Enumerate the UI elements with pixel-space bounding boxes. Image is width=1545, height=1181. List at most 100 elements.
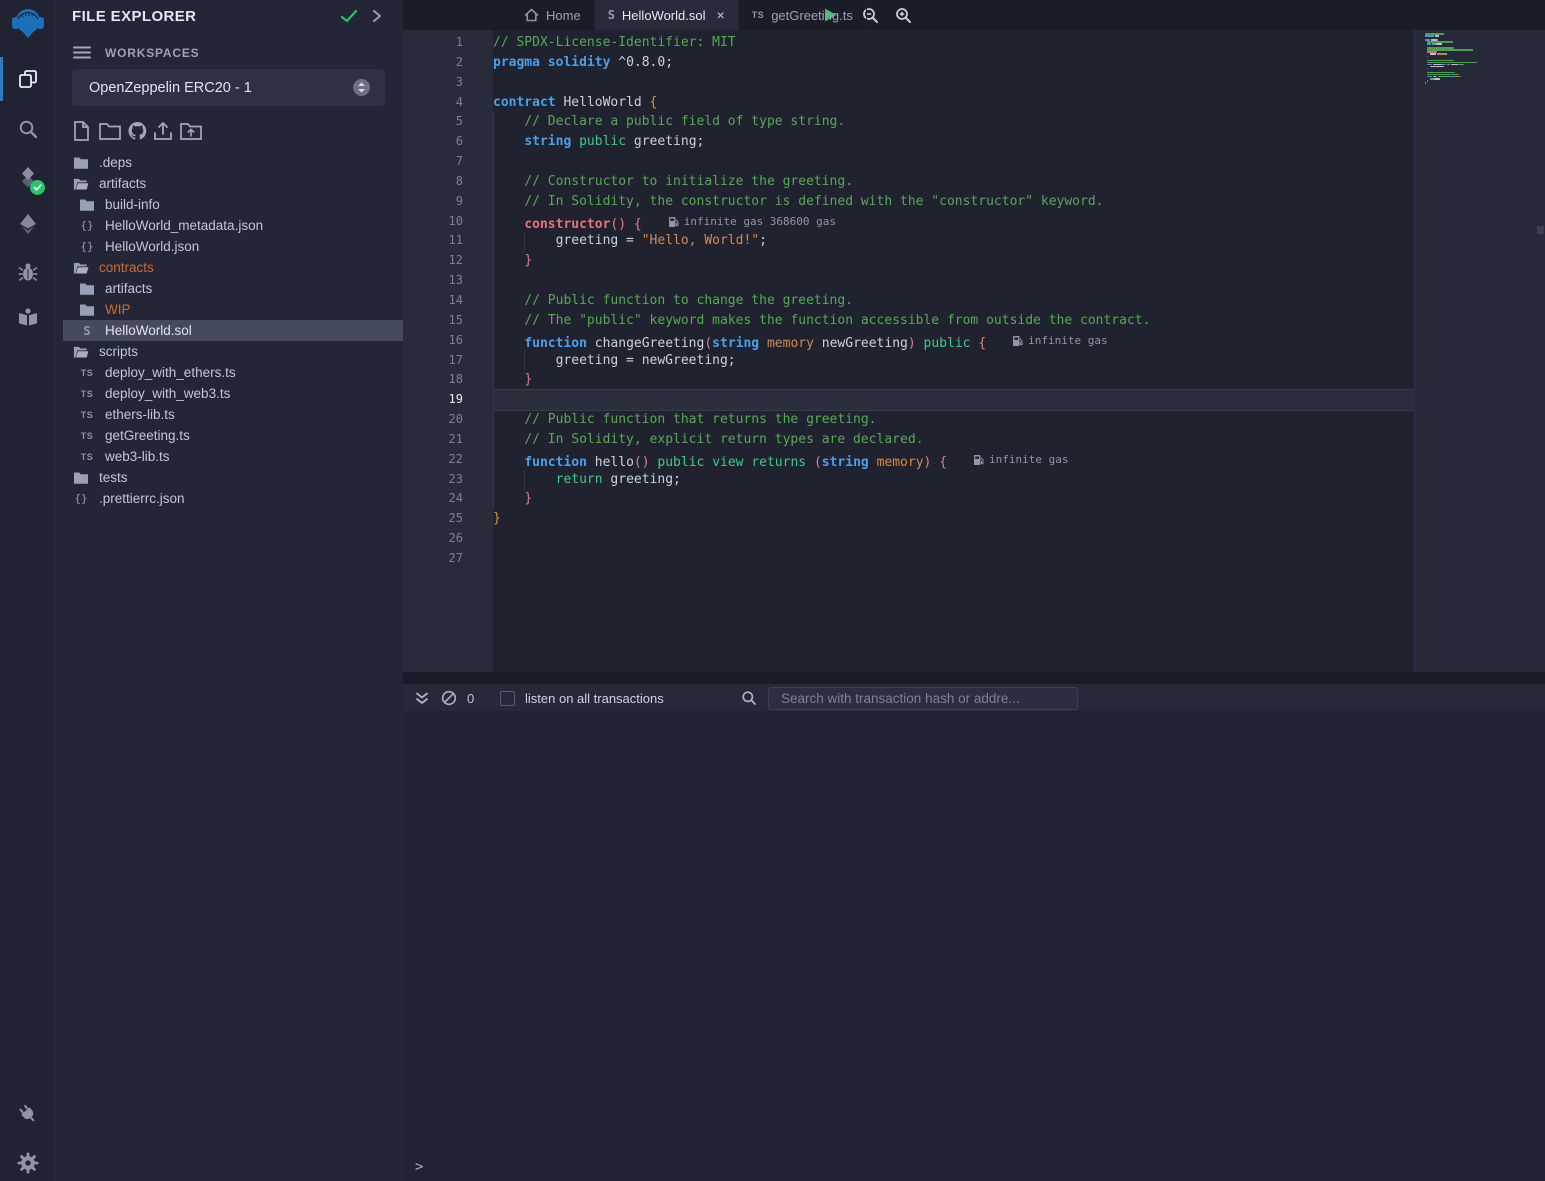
sidebar-item-deploy-run[interactable] bbox=[0, 204, 55, 244]
code-line-14[interactable]: 14 // Public function to change the gree… bbox=[403, 291, 1414, 311]
code-region[interactable]: 1// SPDX-License-Identifier: MIT2pragma … bbox=[403, 30, 1414, 672]
tree-item-tests[interactable]: tests bbox=[55, 467, 403, 488]
listen-transactions-label[interactable]: listen on all transactions bbox=[525, 684, 664, 712]
workspace-select[interactable]: OpenZeppelin ERC20 - 1 bbox=[72, 69, 385, 106]
sidebar-item-settings[interactable] bbox=[0, 1143, 55, 1181]
remix-logo-icon[interactable] bbox=[0, 5, 55, 45]
clear-console-button[interactable] bbox=[441, 684, 457, 712]
editor-scrollbar[interactable] bbox=[1536, 30, 1545, 672]
ts-icon: TS bbox=[79, 449, 95, 465]
line-content: function hello() public view returns (st… bbox=[493, 450, 1414, 470]
zoom-in-button[interactable] bbox=[895, 0, 912, 30]
upload-file-icon[interactable] bbox=[152, 120, 174, 147]
code-line-16[interactable]: 16 function changeGreeting(string memory… bbox=[403, 331, 1414, 351]
folder-icon bbox=[73, 470, 89, 486]
tree-item-.deps[interactable]: .deps bbox=[55, 152, 403, 173]
solidity-icon: S bbox=[79, 323, 95, 339]
sidebar-item-plugin-manager[interactable] bbox=[0, 297, 55, 337]
sidebar-item-solidity-compiler[interactable] bbox=[0, 157, 55, 197]
github-icon[interactable] bbox=[127, 120, 148, 147]
solidity-icon: S bbox=[608, 8, 615, 22]
tree-item-deploy_with_ethers.ts[interactable]: TSdeploy_with_ethers.ts bbox=[55, 362, 403, 383]
tree-item-getGreeting.ts[interactable]: TSgetGreeting.ts bbox=[55, 425, 403, 446]
tree-item-artifacts[interactable]: artifacts bbox=[55, 173, 403, 194]
line-number: 3 bbox=[403, 73, 493, 93]
workspace-select-toggle-icon[interactable] bbox=[352, 78, 371, 102]
terminal-search-input[interactable] bbox=[768, 687, 1078, 710]
tree-item-HelloWorld_metadata.json[interactable]: {}HelloWorld_metadata.json bbox=[55, 215, 403, 236]
code-line-17[interactable]: 17 greeting = newGreeting; bbox=[403, 351, 1414, 371]
minimap[interactable] bbox=[1414, 30, 1536, 672]
sidebar-item-search[interactable] bbox=[0, 109, 55, 149]
code-line-12[interactable]: 12 } bbox=[403, 251, 1414, 271]
code-line-9[interactable]: 9 // In Solidity, the constructor is def… bbox=[403, 192, 1414, 212]
code-editor[interactable]: 1// SPDX-License-Identifier: MIT2pragma … bbox=[403, 30, 1545, 683]
tree-item-deploy_with_web3.ts[interactable]: TSdeploy_with_web3.ts bbox=[55, 383, 403, 404]
indent-guide bbox=[524, 470, 525, 490]
sidebar-item-file-explorer[interactable] bbox=[0, 59, 55, 99]
tree-item-WIP[interactable]: WIP bbox=[55, 299, 403, 320]
code-line-6[interactable]: 6 string public greeting; bbox=[403, 132, 1414, 152]
code-line-27[interactable]: 27 bbox=[403, 549, 1414, 569]
line-content: return greeting; bbox=[493, 470, 1414, 490]
tab-HelloWorld.sol[interactable]: SHelloWorld.sol× bbox=[595, 0, 739, 30]
scrollbar-handle[interactable] bbox=[1537, 226, 1544, 234]
terminal-output[interactable]: > bbox=[403, 711, 1545, 1181]
code-line-20[interactable]: 20 // Public function that returns the g… bbox=[403, 410, 1414, 430]
tree-item-contracts[interactable]: contracts bbox=[55, 257, 403, 278]
code-line-13[interactable]: 13 bbox=[403, 271, 1414, 291]
tab-Home[interactable]: Home bbox=[511, 0, 595, 30]
tree-item-web3-lib.ts[interactable]: TSweb3-lib.ts bbox=[55, 446, 403, 467]
folder-icon bbox=[79, 281, 95, 297]
sidebar-item-plugin-connect[interactable] bbox=[0, 1094, 55, 1134]
json-icon: {} bbox=[73, 491, 89, 507]
json-icon: {} bbox=[79, 239, 95, 255]
tab-label: getGreeting.ts bbox=[771, 8, 853, 23]
tree-item-ethers-lib.ts[interactable]: TSethers-lib.ts bbox=[55, 404, 403, 425]
code-line-10[interactable]: 10 constructor() {infinite gas 368600 ga… bbox=[403, 212, 1414, 232]
code-line-7[interactable]: 7 bbox=[403, 152, 1414, 172]
editor-terminal-divider[interactable] bbox=[403, 672, 1545, 683]
code-line-15[interactable]: 15 // The "public" keyword makes the fun… bbox=[403, 311, 1414, 331]
tree-item-artifacts[interactable]: artifacts bbox=[55, 278, 403, 299]
upload-folder-icon[interactable] bbox=[179, 120, 203, 147]
tree-item-scripts[interactable]: scripts bbox=[55, 341, 403, 362]
tree-item-.prettierrc.json[interactable]: {}.prettierrc.json bbox=[55, 488, 403, 509]
code-line-2[interactable]: 2pragma solidity ^0.8.0; bbox=[403, 53, 1414, 73]
accept-check-icon[interactable] bbox=[340, 8, 358, 29]
terminal-prompt: > bbox=[415, 1159, 423, 1175]
workspaces-row: WORKSPACES bbox=[55, 43, 403, 63]
code-line-23[interactable]: 23 return greeting; bbox=[403, 470, 1414, 490]
listen-transactions-checkbox[interactable] bbox=[500, 691, 515, 706]
new-file-icon[interactable] bbox=[73, 120, 90, 147]
hamburger-menu-icon[interactable] bbox=[73, 45, 91, 65]
tree-item-build-info[interactable]: build-info bbox=[55, 194, 403, 215]
code-line-1[interactable]: 1// SPDX-License-Identifier: MIT bbox=[403, 33, 1414, 53]
code-line-8[interactable]: 8 // Constructor to initialize the greet… bbox=[403, 172, 1414, 192]
search-icon bbox=[17, 118, 39, 140]
tree-item-HelloWorld.json[interactable]: {}HelloWorld.json bbox=[55, 236, 403, 257]
code-line-19[interactable]: 19 bbox=[403, 390, 1414, 410]
code-line-26[interactable]: 26 bbox=[403, 529, 1414, 549]
code-line-3[interactable]: 3 bbox=[403, 73, 1414, 93]
code-line-24[interactable]: 24 } bbox=[403, 489, 1414, 509]
chevron-right-icon[interactable] bbox=[370, 8, 384, 29]
code-line-18[interactable]: 18 } bbox=[403, 370, 1414, 390]
code-line-25[interactable]: 25} bbox=[403, 509, 1414, 529]
close-tab-icon[interactable]: × bbox=[717, 7, 725, 23]
new-folder-icon[interactable] bbox=[98, 120, 122, 147]
code-line-4[interactable]: 4contract HelloWorld { bbox=[403, 93, 1414, 113]
line-number: 10 bbox=[403, 212, 493, 232]
code-line-22[interactable]: 22 function hello() public view returns … bbox=[403, 450, 1414, 470]
expand-terminal-button[interactable] bbox=[415, 684, 429, 712]
sidebar-item-debugger[interactable] bbox=[0, 252, 55, 292]
tab-getGreeting.ts[interactable]: TSgetGreeting.ts bbox=[739, 0, 867, 30]
line-content: greeting = newGreeting; bbox=[493, 351, 1414, 371]
code-line-21[interactable]: 21 // In Solidity, explicit return types… bbox=[403, 430, 1414, 450]
learneth-book-icon bbox=[16, 305, 40, 329]
tree-item-HelloWorld.sol[interactable]: SHelloWorld.sol bbox=[55, 320, 403, 341]
circle-slash-icon bbox=[441, 690, 457, 706]
line-content: // The "public" keyword makes the functi… bbox=[493, 311, 1414, 331]
code-line-5[interactable]: 5 // Declare a public field of type stri… bbox=[403, 112, 1414, 132]
code-line-11[interactable]: 11 greeting = "Hello, World!"; bbox=[403, 231, 1414, 251]
